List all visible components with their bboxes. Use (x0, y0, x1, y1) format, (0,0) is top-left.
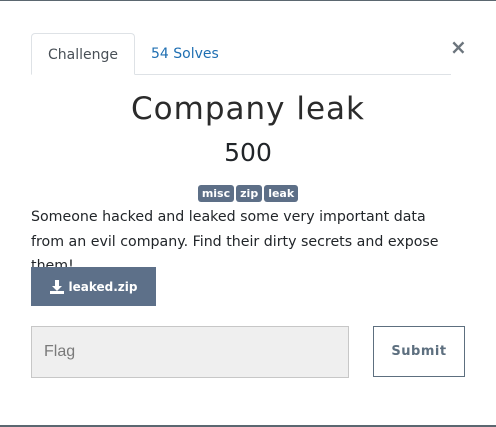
tag-badge: misc (197, 185, 235, 202)
submit-button[interactable]: Submit (373, 326, 465, 377)
challenge-tags: misc zip leak (0, 185, 496, 202)
download-file-button[interactable]: leaked.zip (31, 267, 156, 306)
window-border-top (0, 0, 496, 1)
tag-badge: leak (264, 185, 299, 202)
download-file-label: leaked.zip (68, 279, 138, 294)
challenge-value: 500 (224, 138, 272, 167)
close-icon[interactable]: × (450, 35, 467, 59)
tag-badge: zip (236, 185, 263, 202)
download-icon (49, 279, 64, 294)
tab-solves[interactable]: 54 Solves (135, 33, 235, 75)
modal-tabs: Challenge 54 Solves (31, 33, 451, 75)
flag-input[interactable] (31, 326, 349, 378)
tab-challenge[interactable]: Challenge (31, 33, 135, 75)
challenge-name: Company leak (131, 91, 365, 127)
